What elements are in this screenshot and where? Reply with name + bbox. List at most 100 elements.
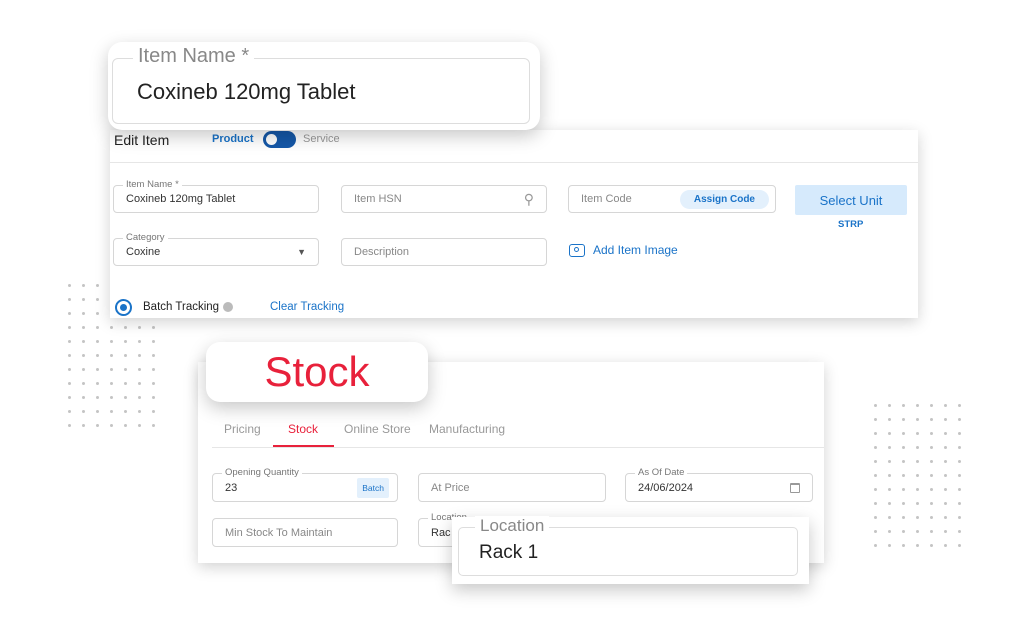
dot [888,516,891,519]
item-name-field[interactable]: Item Name * Coxineb 120mg Tablet [113,179,319,213]
product-service-toggle[interactable] [263,131,296,148]
opening-quantity-field[interactable]: Opening Quantity 23 Batch [212,467,398,502]
item-name-callout-label: Item Name * [133,45,255,68]
tab-stock[interactable]: Stock [288,422,318,436]
dot [944,460,947,463]
dot [916,418,919,421]
dot [124,326,127,329]
add-item-image-button[interactable]: Add Item Image [569,243,678,257]
dot [96,382,99,385]
dot [68,382,71,385]
dot [930,516,933,519]
dot [138,424,141,427]
dot [930,404,933,407]
dot [110,424,113,427]
location-callout-label: Location [475,516,550,536]
info-icon[interactable] [223,302,234,312]
dot [138,326,141,329]
dot [96,326,99,329]
dot [138,340,141,343]
stock-callout: Stock [206,342,428,402]
location-callout-value: Rack 1 [479,542,539,563]
assign-code-button[interactable]: Assign Code [679,189,769,209]
select-unit-button[interactable]: Select Unit [795,185,907,215]
camera-plus-icon [569,243,585,257]
dot [958,404,961,407]
category-select[interactable]: Category Coxine ▼ [113,232,319,266]
dot [930,488,933,491]
dot [944,432,947,435]
min-stock-placeholder: Min Stock To Maintain [225,526,333,539]
dot [944,544,947,547]
dot [82,340,85,343]
header-divider [110,162,918,163]
item-hsn-placeholder: Item HSN [354,193,402,205]
dot [138,410,141,413]
dot [916,516,919,519]
dot [958,502,961,505]
dot [916,432,919,435]
dot [82,382,85,385]
dot [68,396,71,399]
dot [888,544,891,547]
dot [916,404,919,407]
tabs-divider [212,447,824,448]
dot [68,340,71,343]
dot [152,326,155,329]
as-of-date-field[interactable]: As Of Date 24/06/2024 [625,467,813,502]
dot [110,382,113,385]
batch-tracking-text: Batch Tracking [143,301,220,313]
toggle-product-label[interactable]: Product [212,133,254,145]
tab-manufacturing[interactable]: Manufacturing [429,422,505,436]
tab-online-store[interactable]: Online Store [344,422,411,436]
item-code-input[interactable]: Item Code Assign Code [568,185,776,213]
dot [930,418,933,421]
location-callout-field: Location Rack 1 [458,516,798,576]
dot [902,460,905,463]
batch-tracking-radio[interactable] [115,299,132,316]
category-label: Category [123,232,168,243]
dot [958,488,961,491]
dot [888,530,891,533]
dot [874,544,877,547]
dot [96,284,99,287]
dot [82,368,85,371]
dot [902,446,905,449]
dot [874,404,877,407]
dot [916,530,919,533]
dot [916,502,919,505]
dot [944,446,947,449]
dot [124,354,127,357]
dot [958,418,961,421]
stock-callout-title: Stock [264,348,370,395]
search-icon[interactable]: ⚲ [524,191,534,208]
toggle-service-label[interactable]: Service [303,133,340,145]
dot [902,516,905,519]
min-stock-input[interactable]: Min Stock To Maintain [212,518,398,547]
dot [916,446,919,449]
item-hsn-input[interactable]: Item HSN ⚲ [341,185,547,213]
at-price-input[interactable]: At Price [418,473,606,502]
dot [930,446,933,449]
dot [68,298,71,301]
dot [944,516,947,519]
item-name-callout-value: Coxineb 120mg Tablet [137,79,356,104]
dot [902,418,905,421]
dot [152,396,155,399]
dot [888,474,891,477]
dot [110,340,113,343]
dot [68,326,71,329]
clear-tracking-link[interactable]: Clear Tracking [270,301,344,313]
batch-button[interactable]: Batch [357,477,389,498]
calendar-icon[interactable] [790,482,800,493]
dot [874,432,877,435]
dot [958,544,961,547]
dot [152,340,155,343]
dot [944,530,947,533]
dot [124,340,127,343]
unit-label: STRP [838,219,864,230]
tab-pricing[interactable]: Pricing [224,422,261,436]
dot [152,424,155,427]
dot [902,432,905,435]
description-input[interactable]: Description [341,238,547,266]
